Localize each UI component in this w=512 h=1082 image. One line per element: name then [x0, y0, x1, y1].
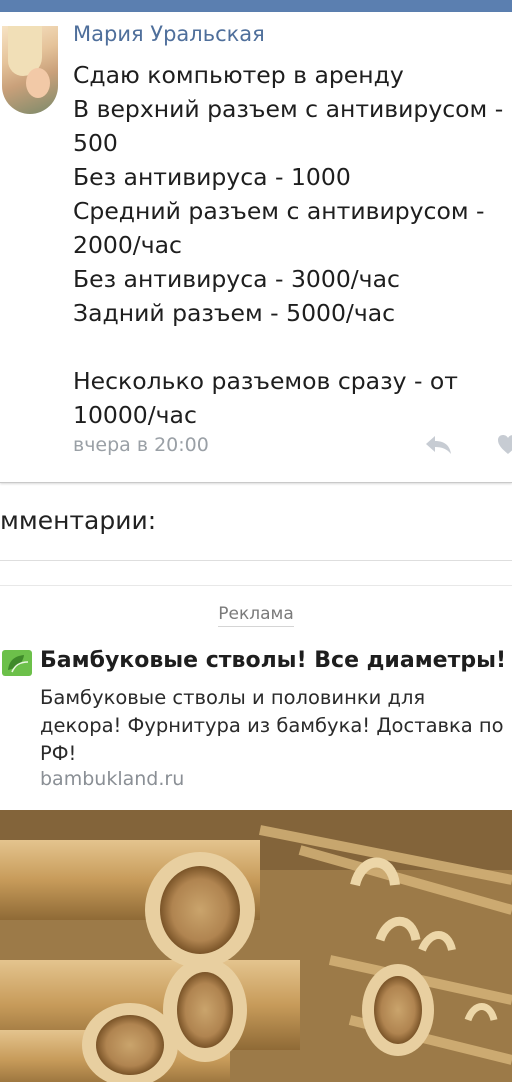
- post-line: Без антивируса - 3000/час: [73, 265, 400, 293]
- post-line: Задний разъем - 5000/час: [73, 299, 396, 327]
- ad-description-line: РФ!: [40, 742, 77, 765]
- ad-description[interactable]: Бамбуковые стволы и половинки для декора…: [40, 684, 504, 768]
- post-line: 500: [73, 129, 118, 157]
- ad-title[interactable]: Бамбуковые стволы! Все диаметры!: [40, 648, 506, 673]
- post-author[interactable]: Мария Уральская: [73, 22, 265, 46]
- post-line: Без антивируса - 1000: [73, 163, 351, 191]
- divider: [0, 585, 512, 586]
- post-line: 2000/час: [73, 231, 182, 259]
- post-line: Средний разъем с антивирусом -: [73, 197, 485, 225]
- ad-label-text: Реклама: [218, 604, 294, 627]
- heart-icon[interactable]: [498, 434, 512, 456]
- post-line: В верхний разъем с антивирусом -: [73, 95, 504, 123]
- reply-arrow-icon[interactable]: [423, 432, 453, 456]
- ad-image[interactable]: [0, 810, 512, 1082]
- post-line: Сдаю компьютер в аренду: [73, 61, 404, 89]
- ad-domain-link[interactable]: bambukland.ru: [40, 768, 184, 790]
- avatar[interactable]: [2, 26, 58, 114]
- divider: [0, 560, 512, 561]
- avatar-face: [26, 68, 50, 98]
- post-timestamp[interactable]: вчера в 20:00: [73, 434, 209, 456]
- ad-description-line: декора! Фурнитура из бамбука! Доставка п…: [40, 714, 504, 737]
- ad-description-line: Бамбуковые стволы и половинки для: [40, 686, 426, 709]
- top-bar: [0, 0, 512, 12]
- post-line: 10000/час: [73, 401, 197, 429]
- post-text: Сдаю компьютер в аренду В верхний разъем…: [73, 58, 503, 432]
- post-paragraph-gap: [73, 330, 503, 364]
- comments-heading: мментарии:: [0, 506, 157, 535]
- bamboo-photo: [0, 810, 512, 1082]
- ad-label: Реклама: [0, 604, 512, 627]
- bamboo-leaf-icon: [2, 650, 32, 676]
- post-line: Несколько разъемов сразу - от: [73, 367, 458, 395]
